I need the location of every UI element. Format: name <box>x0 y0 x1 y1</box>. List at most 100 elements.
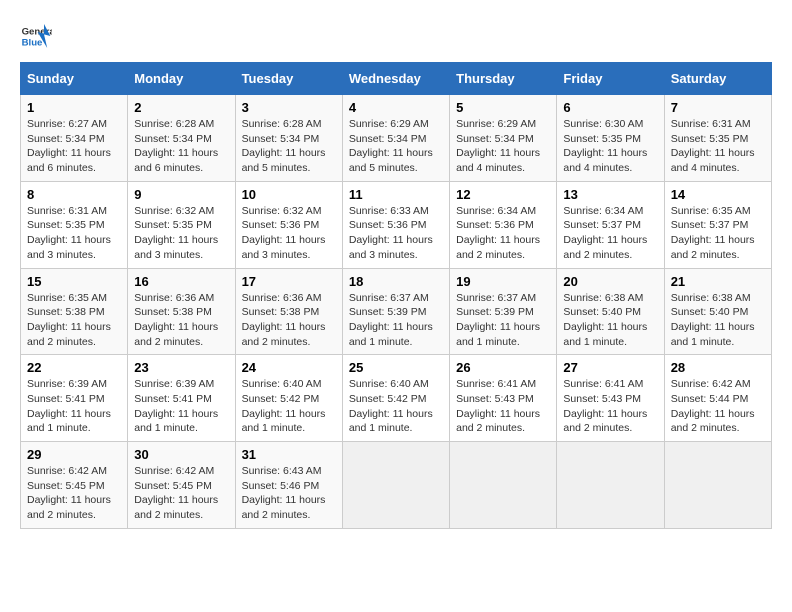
calendar-cell <box>342 442 449 529</box>
week-row-5: 29 Sunrise: 6:42 AM Sunset: 5:45 PM Dayl… <box>21 442 772 529</box>
calendar-cell: 14 Sunrise: 6:35 AM Sunset: 5:37 PM Dayl… <box>664 181 771 268</box>
day-info: Sunrise: 6:36 AM Sunset: 5:38 PM Dayligh… <box>134 291 228 350</box>
day-info: Sunrise: 6:39 AM Sunset: 5:41 PM Dayligh… <box>27 377 121 436</box>
col-header-monday: Monday <box>128 63 235 95</box>
day-info: Sunrise: 6:30 AM Sunset: 5:35 PM Dayligh… <box>563 117 657 176</box>
calendar-cell <box>450 442 557 529</box>
calendar-cell: 18 Sunrise: 6:37 AM Sunset: 5:39 PM Dayl… <box>342 268 449 355</box>
day-number: 19 <box>456 274 550 289</box>
day-info: Sunrise: 6:29 AM Sunset: 5:34 PM Dayligh… <box>349 117 443 176</box>
day-info: Sunrise: 6:33 AM Sunset: 5:36 PM Dayligh… <box>349 204 443 263</box>
day-info: Sunrise: 6:37 AM Sunset: 5:39 PM Dayligh… <box>349 291 443 350</box>
day-info: Sunrise: 6:27 AM Sunset: 5:34 PM Dayligh… <box>27 117 121 176</box>
day-number: 28 <box>671 360 765 375</box>
calendar-cell: 27 Sunrise: 6:41 AM Sunset: 5:43 PM Dayl… <box>557 355 664 442</box>
day-number: 5 <box>456 100 550 115</box>
calendar-cell: 9 Sunrise: 6:32 AM Sunset: 5:35 PM Dayli… <box>128 181 235 268</box>
day-number: 25 <box>349 360 443 375</box>
calendar-cell: 16 Sunrise: 6:36 AM Sunset: 5:38 PM Dayl… <box>128 268 235 355</box>
day-number: 7 <box>671 100 765 115</box>
day-info: Sunrise: 6:40 AM Sunset: 5:42 PM Dayligh… <box>349 377 443 436</box>
day-info: Sunrise: 6:39 AM Sunset: 5:41 PM Dayligh… <box>134 377 228 436</box>
day-number: 20 <box>563 274 657 289</box>
day-info: Sunrise: 6:42 AM Sunset: 5:45 PM Dayligh… <box>134 464 228 523</box>
calendar-cell: 31 Sunrise: 6:43 AM Sunset: 5:46 PM Dayl… <box>235 442 342 529</box>
day-number: 18 <box>349 274 443 289</box>
day-number: 3 <box>242 100 336 115</box>
day-number: 22 <box>27 360 121 375</box>
day-number: 15 <box>27 274 121 289</box>
calendar-table: SundayMondayTuesdayWednesdayThursdayFrid… <box>20 62 772 529</box>
week-row-2: 8 Sunrise: 6:31 AM Sunset: 5:35 PM Dayli… <box>21 181 772 268</box>
day-number: 1 <box>27 100 121 115</box>
day-number: 11 <box>349 187 443 202</box>
day-info: Sunrise: 6:32 AM Sunset: 5:35 PM Dayligh… <box>134 204 228 263</box>
day-number: 21 <box>671 274 765 289</box>
week-row-3: 15 Sunrise: 6:35 AM Sunset: 5:38 PM Dayl… <box>21 268 772 355</box>
day-number: 2 <box>134 100 228 115</box>
day-number: 16 <box>134 274 228 289</box>
day-info: Sunrise: 6:38 AM Sunset: 5:40 PM Dayligh… <box>671 291 765 350</box>
day-info: Sunrise: 6:42 AM Sunset: 5:45 PM Dayligh… <box>27 464 121 523</box>
col-header-tuesday: Tuesday <box>235 63 342 95</box>
calendar-cell <box>557 442 664 529</box>
day-number: 9 <box>134 187 228 202</box>
day-number: 24 <box>242 360 336 375</box>
day-number: 14 <box>671 187 765 202</box>
day-info: Sunrise: 6:38 AM Sunset: 5:40 PM Dayligh… <box>563 291 657 350</box>
calendar-cell: 2 Sunrise: 6:28 AM Sunset: 5:34 PM Dayli… <box>128 95 235 182</box>
logo: General Blue <box>20 20 52 52</box>
day-number: 13 <box>563 187 657 202</box>
week-row-4: 22 Sunrise: 6:39 AM Sunset: 5:41 PM Dayl… <box>21 355 772 442</box>
day-number: 26 <box>456 360 550 375</box>
calendar-cell: 10 Sunrise: 6:32 AM Sunset: 5:36 PM Dayl… <box>235 181 342 268</box>
day-info: Sunrise: 6:34 AM Sunset: 5:36 PM Dayligh… <box>456 204 550 263</box>
calendar-cell: 11 Sunrise: 6:33 AM Sunset: 5:36 PM Dayl… <box>342 181 449 268</box>
day-info: Sunrise: 6:28 AM Sunset: 5:34 PM Dayligh… <box>134 117 228 176</box>
calendar-cell: 5 Sunrise: 6:29 AM Sunset: 5:34 PM Dayli… <box>450 95 557 182</box>
day-number: 31 <box>242 447 336 462</box>
page-header: General Blue <box>20 20 772 52</box>
day-info: Sunrise: 6:35 AM Sunset: 5:38 PM Dayligh… <box>27 291 121 350</box>
calendar-cell: 28 Sunrise: 6:42 AM Sunset: 5:44 PM Dayl… <box>664 355 771 442</box>
calendar-cell: 29 Sunrise: 6:42 AM Sunset: 5:45 PM Dayl… <box>21 442 128 529</box>
day-info: Sunrise: 6:35 AM Sunset: 5:37 PM Dayligh… <box>671 204 765 263</box>
calendar-cell <box>664 442 771 529</box>
col-header-sunday: Sunday <box>21 63 128 95</box>
calendar-cell: 3 Sunrise: 6:28 AM Sunset: 5:34 PM Dayli… <box>235 95 342 182</box>
day-info: Sunrise: 6:36 AM Sunset: 5:38 PM Dayligh… <box>242 291 336 350</box>
svg-text:Blue: Blue <box>22 38 43 49</box>
day-number: 30 <box>134 447 228 462</box>
col-header-saturday: Saturday <box>664 63 771 95</box>
calendar-cell: 4 Sunrise: 6:29 AM Sunset: 5:34 PM Dayli… <box>342 95 449 182</box>
day-info: Sunrise: 6:41 AM Sunset: 5:43 PM Dayligh… <box>456 377 550 436</box>
day-info: Sunrise: 6:34 AM Sunset: 5:37 PM Dayligh… <box>563 204 657 263</box>
day-info: Sunrise: 6:41 AM Sunset: 5:43 PM Dayligh… <box>563 377 657 436</box>
calendar-cell: 24 Sunrise: 6:40 AM Sunset: 5:42 PM Dayl… <box>235 355 342 442</box>
calendar-cell: 22 Sunrise: 6:39 AM Sunset: 5:41 PM Dayl… <box>21 355 128 442</box>
calendar-cell: 8 Sunrise: 6:31 AM Sunset: 5:35 PM Dayli… <box>21 181 128 268</box>
calendar-cell: 20 Sunrise: 6:38 AM Sunset: 5:40 PM Dayl… <box>557 268 664 355</box>
day-info: Sunrise: 6:31 AM Sunset: 5:35 PM Dayligh… <box>27 204 121 263</box>
day-info: Sunrise: 6:43 AM Sunset: 5:46 PM Dayligh… <box>242 464 336 523</box>
calendar-cell: 6 Sunrise: 6:30 AM Sunset: 5:35 PM Dayli… <box>557 95 664 182</box>
calendar-cell: 12 Sunrise: 6:34 AM Sunset: 5:36 PM Dayl… <box>450 181 557 268</box>
calendar-cell: 19 Sunrise: 6:37 AM Sunset: 5:39 PM Dayl… <box>450 268 557 355</box>
logo-icon: General Blue <box>20 20 52 52</box>
day-info: Sunrise: 6:29 AM Sunset: 5:34 PM Dayligh… <box>456 117 550 176</box>
day-info: Sunrise: 6:32 AM Sunset: 5:36 PM Dayligh… <box>242 204 336 263</box>
calendar-cell: 25 Sunrise: 6:40 AM Sunset: 5:42 PM Dayl… <box>342 355 449 442</box>
calendar-cell: 17 Sunrise: 6:36 AM Sunset: 5:38 PM Dayl… <box>235 268 342 355</box>
calendar-cell: 1 Sunrise: 6:27 AM Sunset: 5:34 PM Dayli… <box>21 95 128 182</box>
day-number: 29 <box>27 447 121 462</box>
day-info: Sunrise: 6:31 AM Sunset: 5:35 PM Dayligh… <box>671 117 765 176</box>
calendar-cell: 21 Sunrise: 6:38 AM Sunset: 5:40 PM Dayl… <box>664 268 771 355</box>
day-number: 12 <box>456 187 550 202</box>
day-number: 10 <box>242 187 336 202</box>
day-number: 27 <box>563 360 657 375</box>
day-info: Sunrise: 6:37 AM Sunset: 5:39 PM Dayligh… <box>456 291 550 350</box>
day-number: 23 <box>134 360 228 375</box>
calendar-cell: 7 Sunrise: 6:31 AM Sunset: 5:35 PM Dayli… <box>664 95 771 182</box>
calendar-cell: 23 Sunrise: 6:39 AM Sunset: 5:41 PM Dayl… <box>128 355 235 442</box>
day-info: Sunrise: 6:28 AM Sunset: 5:34 PM Dayligh… <box>242 117 336 176</box>
